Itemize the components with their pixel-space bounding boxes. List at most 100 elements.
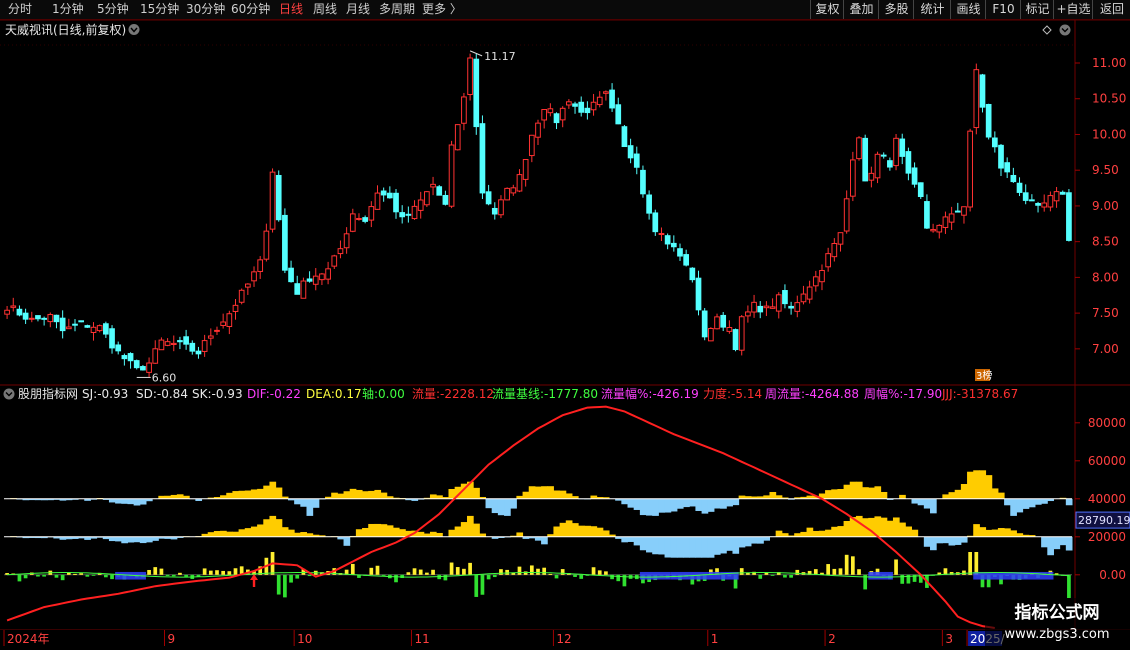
candle-body [670, 242, 677, 248]
candle-body [924, 201, 930, 229]
candle-body [837, 232, 844, 245]
candle-body [4, 309, 10, 315]
candle-body [331, 255, 338, 267]
candle-body [658, 233, 665, 236]
candle-body [436, 186, 443, 196]
candle-body [28, 317, 35, 320]
candle-body [751, 301, 757, 313]
candle-body [393, 192, 399, 213]
candle-body [880, 154, 887, 157]
candle-body [288, 267, 294, 283]
stock-title: 天威视讯(日线,前复权) [5, 22, 126, 37]
candle-body [646, 194, 652, 214]
badge-label: 3榜 [976, 369, 992, 382]
candle-body [862, 137, 869, 182]
candle-body [448, 144, 455, 207]
candle-body [424, 191, 430, 206]
candle-body [1004, 162, 1011, 173]
candle-body [158, 339, 165, 351]
candle-body [911, 167, 918, 185]
indicator-tick-label: 60000 [1088, 454, 1126, 468]
candle-body [22, 312, 29, 320]
candle-body [251, 271, 257, 282]
candle-body [133, 360, 140, 369]
candle-body [257, 259, 264, 272]
candle-body [664, 235, 671, 245]
candle-body [510, 187, 517, 194]
time-axis-label: 9 [168, 632, 176, 646]
candle-body [140, 366, 146, 371]
candle-body [701, 310, 708, 338]
indicator-stat: 流量幅%:-426.19 [601, 386, 699, 401]
candle-body [769, 306, 776, 309]
indicator-dropdown-icon[interactable] [3, 388, 15, 400]
candle-body [146, 362, 152, 373]
candle-body [522, 159, 529, 180]
candle-body [967, 130, 973, 208]
candle-body [386, 192, 393, 199]
flow-block [868, 571, 893, 580]
candle-body [245, 283, 251, 288]
candle-body [405, 213, 412, 216]
candle-body [115, 344, 122, 352]
candle-body [294, 283, 301, 295]
candle-body [516, 174, 523, 192]
candle-body [887, 160, 893, 168]
candle-body [677, 248, 683, 257]
high-price-label: 11.17 [484, 50, 516, 63]
candle-body [337, 248, 344, 255]
candle-body [170, 342, 177, 346]
time-axis-label: 1 [711, 632, 719, 646]
indicator-stat: SD:-0.84 [136, 387, 188, 401]
price-tick-label: 9.50 [1092, 163, 1119, 177]
candlesticks [4, 53, 1072, 378]
candle-body [1029, 199, 1035, 202]
indicator-tick-label: 20000 [1088, 530, 1126, 544]
candle-body [1066, 192, 1072, 241]
candle-body [399, 212, 406, 218]
candle-body [868, 172, 875, 181]
candle-body [306, 278, 313, 282]
candle-body [825, 253, 831, 268]
candle-body [806, 286, 813, 300]
candle-body [485, 191, 492, 205]
candle-body [275, 174, 282, 221]
candle-body [103, 323, 109, 335]
candle-body [207, 335, 214, 339]
candle-body [189, 342, 196, 352]
candle-body [214, 329, 220, 332]
candle-body [874, 153, 881, 179]
candle-body [1059, 191, 1066, 195]
price-tick-label: 8.00 [1092, 270, 1119, 284]
indicator-stat: DIF:-0.22 [247, 387, 301, 401]
diamond-icon[interactable] [1042, 25, 1052, 35]
candle-body [177, 340, 183, 343]
candle-body [374, 192, 381, 210]
candle-body [720, 314, 727, 328]
candle-body [96, 325, 103, 332]
candle-body [893, 137, 899, 167]
candle-body [942, 216, 949, 228]
candle-body [603, 91, 609, 94]
candle-body [973, 69, 980, 129]
candle-body [356, 218, 362, 221]
candle-body [72, 323, 78, 326]
time-axis-label: 11 [414, 632, 429, 646]
indicator-stat: 轴:0.00 [362, 386, 405, 401]
candle-body [343, 233, 350, 249]
watermark-url: www.zbgs3.com [1004, 627, 1109, 642]
candle-body [800, 293, 807, 303]
candle-body [738, 316, 745, 351]
candle-body [775, 294, 782, 312]
candle-body [1010, 174, 1017, 183]
indicator-stat: SK:-0.93 [192, 387, 243, 401]
candle-body [121, 355, 128, 360]
price-tick-label: 7.00 [1092, 342, 1119, 356]
settings-dropdown-icon[interactable] [1059, 24, 1071, 36]
candle-body [683, 254, 690, 266]
title-dropdown-icon[interactable] [128, 24, 140, 35]
candle-body [590, 101, 597, 111]
candle-body [349, 213, 356, 232]
candle-body [788, 305, 794, 309]
candle-body [998, 144, 1004, 169]
